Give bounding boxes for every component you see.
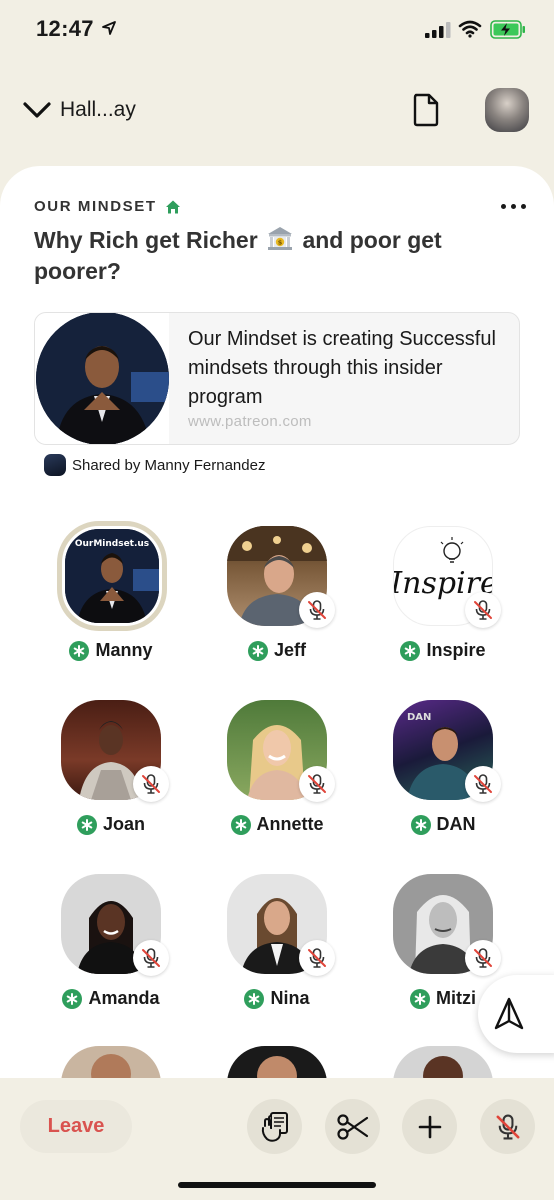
speaker-tile[interactable]: Annette <box>202 700 352 860</box>
speaker-name: Amanda <box>88 988 160 1008</box>
room-sheet: OUR MINDSET Why Rich get Richer $ and po… <box>0 166 554 1200</box>
speaker-name-row: Nina <box>202 988 352 1009</box>
speaker-name: Manny <box>95 640 153 660</box>
room-title-part1: Why Rich get Richer <box>34 227 258 253</box>
house-icon <box>165 200 180 213</box>
paper-plane-icon <box>494 997 524 1030</box>
muted-mic-icon <box>299 940 335 976</box>
bank-emoji-icon: $ <box>268 227 293 250</box>
dot <box>500 203 506 209</box>
speaker-logo-text: DAN <box>407 712 431 723</box>
speaker-name-row: Manny <box>36 640 186 661</box>
leave-button[interactable]: Leave <box>20 1100 132 1153</box>
dot <box>520 203 526 209</box>
speaker-logo-text: OurMindset.us <box>75 539 149 549</box>
link-thumbnail <box>35 313 169 444</box>
moderator-badge-icon <box>244 988 265 1009</box>
raise-hand-button[interactable] <box>247 1099 302 1154</box>
speaker-name-row: Annette <box>202 814 352 835</box>
moderator-badge-icon <box>400 640 421 661</box>
muted-mic-icon <box>133 766 169 802</box>
speaker-tile[interactable]: DAN DAN <box>368 700 518 860</box>
club-header[interactable]: OUR MINDSET <box>34 198 181 215</box>
svg-text:$: $ <box>278 239 283 247</box>
back-label: Hall...ay <box>60 98 136 121</box>
speaker-tile[interactable]: Joan <box>36 700 186 860</box>
top-nav: Hall...ay <box>0 80 554 140</box>
moderator-badge-icon <box>230 814 251 835</box>
speaker-name-row: Inspire <box>368 640 518 661</box>
shared-by: Shared by Manny Fernandez <box>44 454 265 476</box>
room-title: Why Rich get Richer $ and poor get poore… <box>34 224 514 287</box>
shared-link-card[interactable]: Our Mindset is creating Successful minds… <box>34 312 520 445</box>
location-arrow-icon <box>102 21 116 35</box>
speaker-avatar: OurMindset.us <box>57 521 167 631</box>
speaker-name-row: Joan <box>36 814 186 835</box>
plus-icon <box>418 1115 441 1138</box>
muted-mic-icon <box>496 1114 519 1139</box>
chevron-down-icon <box>23 102 51 118</box>
battery-charging-icon <box>490 20 525 39</box>
speaker-name: Joan <box>102 814 145 834</box>
shared-by-label: Shared by Manny Fernandez <box>72 456 266 474</box>
muted-mic-icon <box>465 940 501 976</box>
club-name: OUR MINDSET <box>34 198 157 215</box>
speaker-tile[interactable]: OurMindset.us Manny <box>36 521 186 686</box>
moderator-badge-icon <box>410 988 430 1009</box>
share-room-button[interactable] <box>478 975 554 1053</box>
speaker-name-row: Amanda <box>36 988 186 1009</box>
moderator-badge-icon <box>247 640 268 661</box>
moderator-badge-icon <box>410 814 431 835</box>
muted-mic-icon <box>299 592 335 628</box>
speaker-name: Nina <box>270 988 310 1008</box>
speaker-name: Jeff <box>273 640 306 660</box>
speaker-tile[interactable]: Amanda <box>36 874 186 1034</box>
speaker-name: DAN <box>436 814 476 834</box>
wifi-icon <box>458 20 482 38</box>
moderator-badge-icon <box>62 988 83 1009</box>
sharer-avatar <box>44 454 66 476</box>
status-bar: 12:47 <box>0 0 554 60</box>
thumbnail-photo <box>36 313 169 444</box>
speaker-name-row: DAN <box>368 814 518 835</box>
speaker-name: Mitzi <box>436 988 476 1008</box>
profile-avatar[interactable] <box>485 88 529 132</box>
man-portrait-image <box>36 313 169 444</box>
document-icon[interactable] <box>410 92 442 128</box>
speaker-tile[interactable]: Inspire Inspire <box>368 526 518 686</box>
add-button[interactable] <box>402 1099 457 1154</box>
toggle-mute-button[interactable] <box>480 1099 535 1154</box>
speaker-tile[interactable]: Nina <box>202 874 352 1034</box>
moderator-badge-icon <box>69 640 90 661</box>
muted-mic-icon <box>299 766 335 802</box>
raise-hand-icon <box>261 1111 288 1142</box>
speaker-photo: OurMindset.us <box>65 529 159 623</box>
muted-mic-icon <box>465 766 501 802</box>
speaker-tile[interactable]: Jeff <box>202 526 352 686</box>
speaker-name: Annette <box>256 814 324 834</box>
link-url: www.patreon.com <box>188 413 312 430</box>
home-indicator <box>178 1182 376 1188</box>
back-to-hallway-button[interactable]: Hall...ay <box>22 94 136 126</box>
link-title: Our Mindset is creating Successful minds… <box>188 328 496 408</box>
more-options-button[interactable] <box>498 196 528 216</box>
speaker-name-row: Jeff <box>202 640 352 661</box>
status-time: 12:47 <box>36 16 94 41</box>
speaker-name: Inspire <box>426 640 486 660</box>
scissors-icon <box>336 1113 368 1140</box>
dot <box>510 203 516 209</box>
muted-mic-icon <box>465 592 501 628</box>
moderator-badge-icon <box>76 814 97 835</box>
clip-button[interactable] <box>325 1099 380 1154</box>
muted-mic-icon <box>133 940 169 976</box>
cellular-signal-icon <box>425 22 451 38</box>
